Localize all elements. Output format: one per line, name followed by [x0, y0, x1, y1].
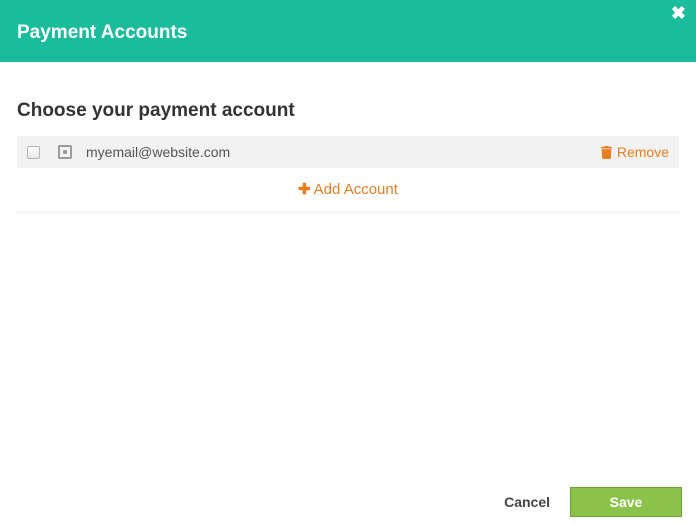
save-button[interactable]: Save [570, 487, 682, 517]
remove-account-button[interactable]: Remove [600, 144, 669, 160]
add-account-label: Add Account [314, 181, 398, 198]
trash-icon [600, 146, 613, 159]
account-email: myemail@website.com [86, 144, 600, 160]
add-account-row: ✚ Add Account [17, 168, 679, 213]
section-title: Choose your payment account [17, 100, 679, 122]
plus-icon: ✚ [298, 182, 311, 197]
modal-title: Payment Accounts [17, 22, 187, 44]
cancel-button[interactable]: Cancel [504, 494, 550, 510]
payment-type-icon [58, 145, 72, 159]
remove-label: Remove [617, 144, 669, 160]
account-row: myemail@website.com Remove [17, 136, 679, 168]
add-account-button[interactable]: ✚ Add Account [298, 181, 398, 198]
close-icon[interactable]: ✖ [671, 4, 686, 22]
account-checkbox[interactable] [27, 146, 40, 159]
modal-header: Payment Accounts ✖ [0, 0, 696, 62]
modal-footer: Cancel Save [0, 481, 696, 523]
modal-content: Choose your payment account myemail@webs… [0, 62, 696, 213]
